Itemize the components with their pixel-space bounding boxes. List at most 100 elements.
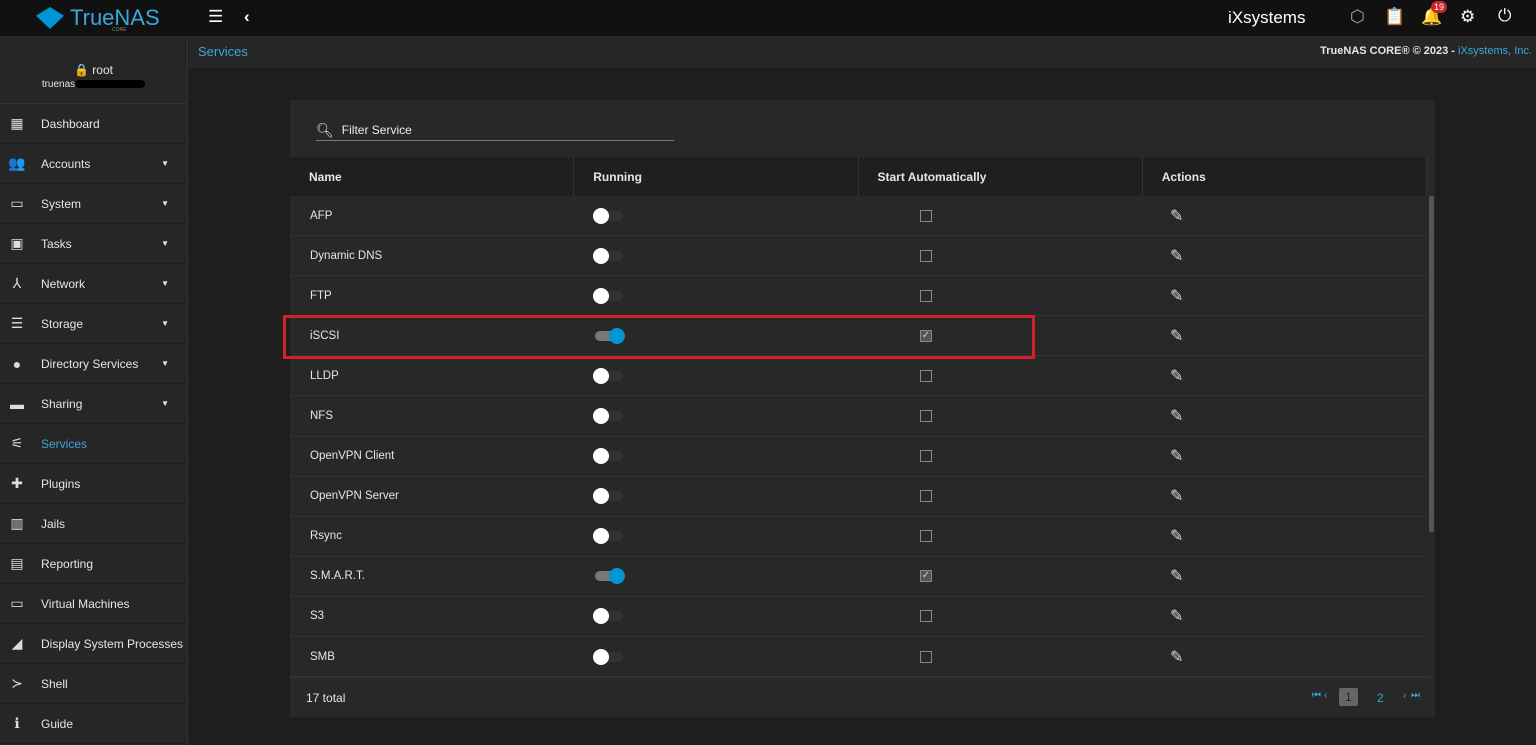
power-icon[interactable]: ⏻ [1498,6,1511,26]
sidebar-item-display-system-processes[interactable]: ◢ Display System Processes [0,624,187,664]
system-icon: ▭ [10,195,24,211]
edit-icon[interactable]: ✎ [1170,486,1183,506]
start-automatically-checkbox[interactable] [920,650,932,663]
filter-service-input[interactable] [341,123,662,137]
sidebar-item-network[interactable]: ⅄ Network ▼ [0,264,187,304]
edit-icon[interactable]: ✎ [1170,446,1183,466]
sidebar-item-reporting[interactable]: ▤ Reporting [0,544,187,584]
truenas-logo[interactable]: TrueNAS CORE [36,5,160,33]
sidebar-item-storage[interactable]: ☰ Storage ▼ [0,304,187,344]
sidebar-item-virtual-machines[interactable]: ▭ Virtual Machines [0,584,187,624]
running-toggle[interactable] [593,287,623,304]
start-automatically-checkbox[interactable] [920,410,932,423]
start-automatically-checkbox[interactable] [920,490,932,503]
running-toggle[interactable] [593,367,623,384]
start-automatically-checkbox[interactable] [920,610,932,623]
running-toggle[interactable] [593,408,623,425]
running-toggle[interactable] [593,247,623,264]
start-automatically-checkbox[interactable] [920,289,932,302]
start-automatically-checkbox[interactable] [920,450,932,463]
prev-page-icon[interactable]: ‹ [1324,690,1327,701]
dashboard-icon: ▦ [10,115,24,131]
edit-icon[interactable]: ✎ [1170,526,1183,546]
page-1[interactable]: 1 [1339,688,1358,706]
caret-down-icon: ▼ [161,359,169,368]
table-row: Rsync ✎ [290,517,1427,557]
running-toggle[interactable] [593,488,623,505]
clipboard-icon[interactable]: 📋 [1384,7,1405,27]
directory-services-icon: ● [12,355,22,372]
column-running[interactable]: Running [574,157,859,196]
running-toggle[interactable] [593,648,623,665]
next-page-icon[interactable]: › [1403,690,1406,701]
edit-icon[interactable]: ✎ [1170,606,1183,626]
table-row: S.M.A.R.T. ✓ ✎ [290,557,1427,597]
storage-icon: ☰ [10,315,24,331]
running-toggle[interactable] [593,448,623,465]
sidebar-item-label: Guide [41,716,74,731]
table-header: Name Running Start Automatically Actions [290,157,1427,196]
edit-icon[interactable]: ✎ [1170,406,1183,426]
truecommand-icon[interactable]: ⬡ [1350,7,1365,27]
edit-icon[interactable]: ✎ [1170,566,1183,586]
start-automatically-checkbox[interactable] [920,530,932,543]
services-icon: ⚟ [10,435,24,451]
column-name[interactable]: Name [290,157,575,196]
last-page-icon[interactable]: ⏭ [1411,690,1420,701]
chevron-left-icon[interactable]: ‹ [244,7,250,27]
running-toggle[interactable] [593,207,623,224]
caret-down-icon: ▼ [161,159,169,168]
gear-icon[interactable]: ⚙ [1460,7,1475,27]
edit-icon[interactable]: ✎ [1170,206,1183,226]
sidebar-item-directory-services[interactable]: ● Directory Services ▼ [0,344,187,384]
start-automatically-checkbox[interactable] [920,369,932,382]
jails-icon: ▥ [10,515,24,531]
sidebar-item-shell[interactable]: ≻ Shell [0,664,187,704]
guide-icon: ℹ [14,715,20,731]
start-automatically-checkbox[interactable] [920,209,932,222]
edit-icon[interactable]: ✎ [1170,647,1183,667]
sidebar-item-label: Storage [41,316,84,331]
sidebar-item-sharing[interactable]: ▬ Sharing ▼ [0,384,187,424]
breadcrumb[interactable]: Services [198,44,248,59]
sidebar-item-system[interactable]: ▭ System ▼ [0,184,187,224]
sidebar-item-jails[interactable]: ▥ Jails [0,504,187,544]
first-page-icon[interactable]: ⏮ [1312,690,1321,701]
sidebar-item-guide[interactable]: ℹ Guide [0,704,187,744]
edit-icon[interactable]: ✎ [1170,326,1183,346]
tasks-icon: ▣ [10,235,24,251]
start-automatically-checkbox[interactable]: ✓ [920,570,932,583]
running-toggle[interactable] [595,568,625,585]
running-toggle[interactable] [593,528,623,545]
sidebar-item-dashboard[interactable]: ▦ Dashboard [0,104,187,144]
sidebar-item-services[interactable]: ⚟ Services [0,424,187,464]
start-automatically-checkbox[interactable] [920,249,932,262]
caret-down-icon: ▼ [161,239,169,248]
sidebar-item-label: Virtual Machines [41,596,130,611]
caret-down-icon: ▼ [161,199,169,208]
filter-field: 🔍︎ [316,120,674,141]
sidebar-item-plugins[interactable]: ✚ Plugins [0,464,187,504]
page-2[interactable]: 2 [1377,691,1384,705]
table-row: S3 ✎ [290,597,1427,638]
ixsystems-link[interactable]: iXsystems, Inc. [1458,45,1532,57]
sidebar-item-label: System [41,196,82,211]
sidebar-item-accounts[interactable]: 👥 Accounts ▼ [0,144,187,184]
edit-icon[interactable]: ✎ [1170,366,1183,386]
search-icon: 🔍︎ [316,121,334,138]
shell-icon: ≻ [11,675,23,691]
edit-icon[interactable]: ✎ [1170,246,1183,266]
sidebar-item-label: Dashboard [41,116,100,131]
column-start-automatically[interactable]: Start Automatically [859,157,1143,196]
ixsystems-logo[interactable]: iXsystems [1228,8,1305,28]
edit-icon[interactable]: ✎ [1170,286,1183,306]
network-icon: ⅄ [12,275,22,291]
sidebar-item-label: Sharing [41,396,83,411]
sidebar-item-label: Directory Services [41,356,139,371]
reporting-icon: ▤ [10,555,24,571]
sidebar-item-tasks[interactable]: ▣ Tasks ▼ [0,224,187,264]
scrollbar[interactable] [1429,196,1434,532]
running-toggle[interactable] [593,608,623,625]
menu-icon[interactable]: ☰ [208,7,223,27]
caret-down-icon: ▼ [161,279,169,288]
